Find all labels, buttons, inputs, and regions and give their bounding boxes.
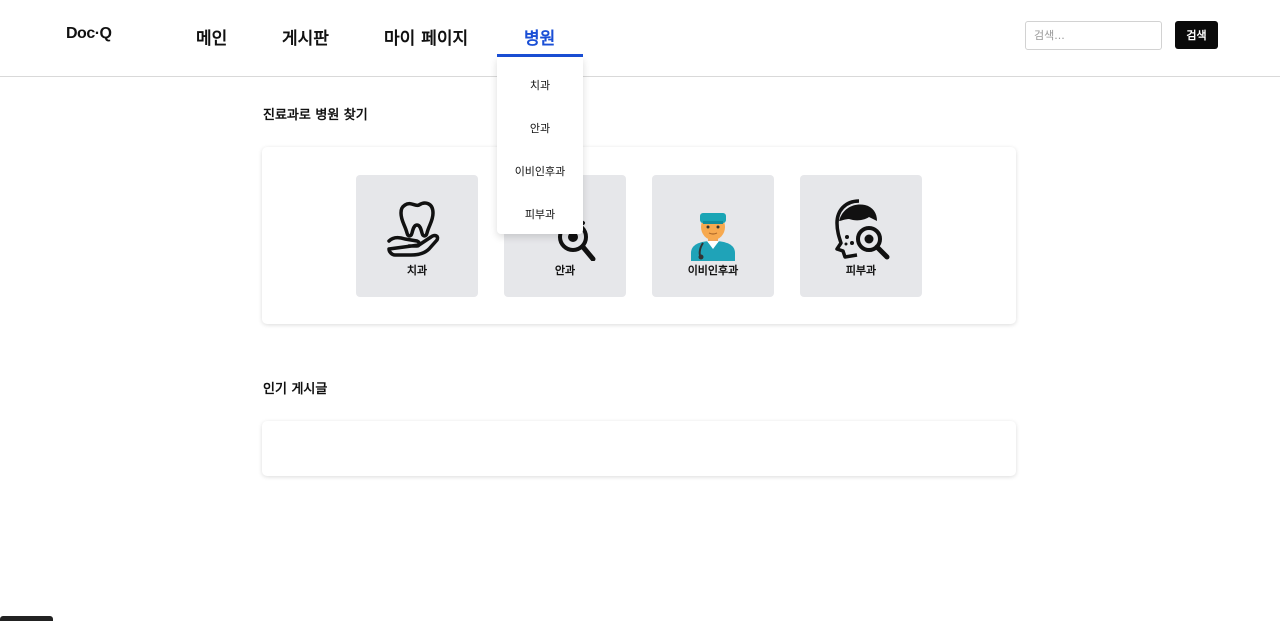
dropdown-item-eye[interactable]: 안과 bbox=[497, 120, 583, 136]
nav-item-hospital[interactable]: 병원 bbox=[524, 24, 555, 49]
top-header: Doc·Q 메인 게시판 마이 페이지 병원 검색 bbox=[0, 0, 1280, 77]
popular-posts-card bbox=[262, 421, 1016, 476]
departments-title: 진료과로 병원 찾기 bbox=[263, 108, 368, 123]
departments-card: 치과 안과 이비인후과 피부과 bbox=[262, 147, 1016, 324]
dept-label: 피부과 bbox=[845, 264, 877, 277]
popular-posts-title: 인기 게시글 bbox=[263, 382, 328, 397]
dropdown-item-dental[interactable]: 치과 bbox=[497, 77, 583, 93]
skin-magnifier-icon bbox=[835, 199, 890, 260]
nav-item-board[interactable]: 게시판 bbox=[282, 24, 329, 49]
dept-label: 치과 bbox=[406, 264, 428, 277]
corner-badge bbox=[0, 616, 53, 621]
hospital-dropdown-menu: 치과 안과 이비인후과 피부과 bbox=[497, 57, 583, 234]
doctor-icon bbox=[691, 213, 735, 261]
dropdown-item-derma[interactable]: 피부과 bbox=[497, 206, 583, 222]
logo[interactable]: Doc·Q bbox=[66, 25, 112, 43]
dept-label: 이비인후과 bbox=[687, 264, 739, 277]
nav-item-mypage[interactable]: 마이 페이지 bbox=[384, 24, 468, 49]
dept-tile-dental[interactable]: 치과 bbox=[356, 175, 478, 297]
search-input[interactable] bbox=[1025, 21, 1162, 50]
tooth-in-hand-icon bbox=[387, 201, 440, 257]
dept-label: 안과 bbox=[554, 264, 576, 277]
search-button[interactable]: 검색 bbox=[1175, 21, 1218, 49]
nav-item-main[interactable]: 메인 bbox=[196, 24, 227, 49]
dept-tile-ent[interactable]: 이비인후과 bbox=[652, 175, 774, 297]
dept-tile-derma[interactable]: 피부과 bbox=[800, 175, 922, 297]
dropdown-item-ent[interactable]: 이비인후과 bbox=[497, 163, 583, 179]
